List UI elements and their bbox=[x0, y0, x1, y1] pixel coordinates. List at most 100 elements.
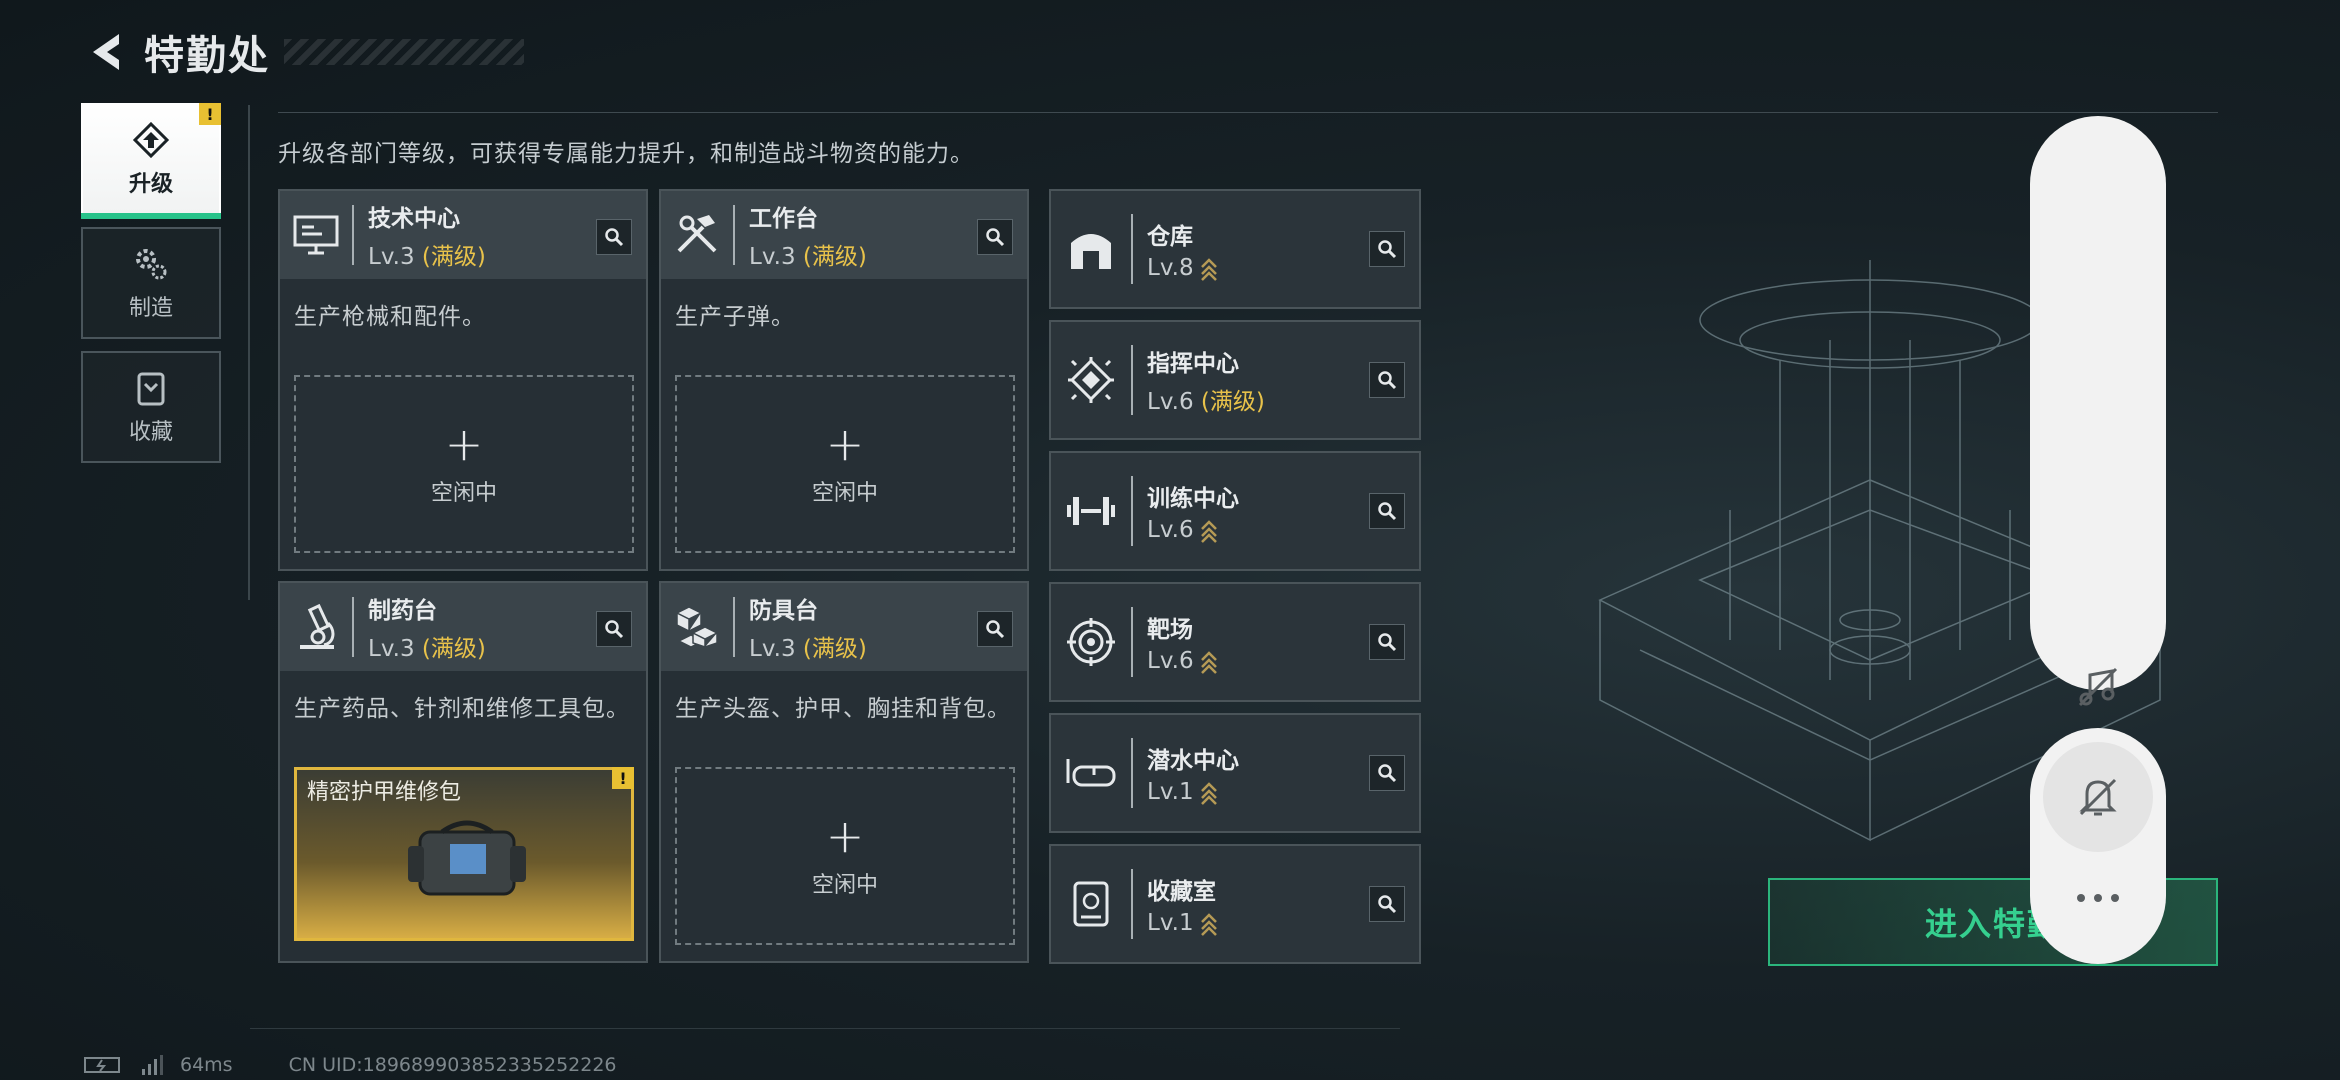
workshop-level: Lv.3 bbox=[749, 636, 796, 662]
upgrade-hint: 升级各部门等级，可获得专属能力提升，和制造战斗物资的能力。 bbox=[278, 141, 974, 167]
status-bar: 64ms CN UID:18968990385233525222​6 bbox=[84, 1054, 617, 1076]
armor-repair-kit-image bbox=[408, 820, 526, 896]
slot-status: 空闲中 bbox=[811, 481, 878, 506]
mute-music-button[interactable] bbox=[2043, 632, 2153, 742]
sidebar-item-collection[interactable]: 收藏 bbox=[81, 351, 221, 463]
mute-notification-button[interactable] bbox=[2043, 742, 2153, 852]
max-level-tag: (满级) bbox=[802, 244, 867, 270]
production-slot[interactable]: + 空闲中 bbox=[675, 767, 1015, 945]
search-icon bbox=[986, 620, 1005, 639]
max-level-tag: (满级) bbox=[421, 636, 486, 662]
facility-name: 仓库 bbox=[1147, 224, 1193, 250]
workshop-card-armor-bench[interactable]: 防具台 Lv.3 (满级) 生产头盔、护甲、胸挂和背包。 + 空闲中 bbox=[659, 581, 1029, 963]
notification-badge: ! bbox=[612, 767, 634, 789]
search-icon bbox=[1378, 895, 1397, 914]
workshop-card-tech-center[interactable]: 技术中心 Lv.3 (满级) 生产枪械和配件。 + 空闲中 bbox=[278, 189, 648, 571]
plus-icon: + bbox=[825, 417, 865, 471]
target-icon bbox=[1067, 618, 1115, 666]
gears-icon bbox=[136, 249, 167, 280]
search-icon bbox=[1378, 633, 1397, 652]
search-icon bbox=[1378, 240, 1397, 259]
back-button[interactable] bbox=[80, 27, 130, 77]
details-button[interactable] bbox=[1369, 755, 1405, 791]
facility-level: Lv.8 bbox=[1147, 255, 1194, 281]
max-level-tag: (满级) bbox=[802, 636, 867, 662]
details-button[interactable] bbox=[1369, 886, 1405, 922]
facility-name: 收藏室 bbox=[1147, 879, 1216, 905]
sidebar-item-label: 收藏 bbox=[128, 420, 173, 445]
divider bbox=[248, 105, 250, 600]
sidebar-item-label: 制造 bbox=[128, 296, 173, 321]
facility-level: Lv.6 bbox=[1147, 517, 1194, 543]
workshop-description: 生产子弹。 bbox=[675, 304, 795, 330]
workshop-name: 工作台 bbox=[749, 206, 818, 232]
search-icon bbox=[605, 620, 624, 639]
workshop-name: 制药台 bbox=[368, 598, 437, 624]
header-bar: 特勤处 bbox=[80, 22, 524, 82]
user-uid: CN UID:18968990385233525222​6 bbox=[288, 1054, 617, 1076]
facility-card-warehouse[interactable]: 仓库 Lv.8 bbox=[1049, 189, 1421, 309]
facility-card-diving-center[interactable]: 潜水中心 Lv.1 bbox=[1049, 713, 1421, 833]
floating-panel bbox=[2030, 116, 2166, 707]
workshop-description: 生产枪械和配件。 bbox=[294, 304, 486, 330]
plus-icon: + bbox=[825, 809, 865, 863]
tools-icon bbox=[677, 215, 717, 253]
facility-card-shooting-range[interactable]: 靶场 Lv.6 bbox=[1049, 582, 1421, 702]
battery-icon bbox=[84, 1057, 120, 1073]
card-header: 技术中心 Lv.3 (满级) bbox=[280, 191, 646, 279]
back-arrow-icon bbox=[93, 34, 119, 70]
details-button[interactable] bbox=[1369, 493, 1405, 529]
workshop-card-pharmacy[interactable]: 制药台 Lv.3 (满级) 生产药品、针剂和维修工具包。 精密护甲维修包 ! bbox=[278, 581, 648, 963]
details-button[interactable] bbox=[1369, 624, 1405, 660]
workshop-description: 生产药品、针剂和维修工具包。 bbox=[294, 696, 630, 722]
warehouse-icon bbox=[1071, 234, 1111, 269]
computer-icon bbox=[293, 215, 339, 255]
details-button[interactable] bbox=[596, 219, 632, 255]
facility-card-collection-room[interactable]: 收藏室 Lv.1 bbox=[1049, 844, 1421, 964]
plus-icon: + bbox=[444, 417, 484, 471]
cabinet-icon bbox=[1073, 881, 1109, 927]
cubes-icon bbox=[675, 606, 719, 649]
workshop-card-workbench[interactable]: 工作台 Lv.3 (满级) 生产子弹。 + 空闲中 bbox=[659, 189, 1029, 571]
finished-product-slot[interactable]: 精密护甲维修包 ! bbox=[294, 767, 634, 941]
facility-name: 靶场 bbox=[1147, 617, 1193, 643]
slot-status: 空闲中 bbox=[430, 481, 497, 506]
upgrade-icon bbox=[132, 121, 170, 159]
sidebar: ! 升级 制造 收藏 bbox=[81, 103, 221, 475]
chip-icon bbox=[1068, 357, 1114, 403]
details-button[interactable] bbox=[977, 219, 1013, 255]
upgrade-available-icon bbox=[1200, 781, 1217, 805]
workshop-level: Lv.3 bbox=[368, 636, 415, 662]
max-level-tag: (满级) bbox=[421, 244, 486, 270]
production-slot[interactable]: + 空闲中 bbox=[294, 375, 634, 553]
collection-icon bbox=[137, 372, 165, 406]
facility-level: Lv.1 bbox=[1147, 779, 1194, 805]
search-icon bbox=[1378, 502, 1397, 521]
facility-card-command-center[interactable]: 指挥中心 Lv.6 (满级) bbox=[1049, 320, 1421, 440]
workshop-description: 生产头盔、护甲、胸挂和背包。 bbox=[675, 696, 1011, 722]
product-name: 精密护甲维修包 bbox=[307, 780, 462, 805]
upgrade-available-icon bbox=[1200, 912, 1217, 936]
workshop-level: Lv.3 bbox=[368, 244, 415, 270]
facility-name: 指挥中心 bbox=[1147, 351, 1239, 377]
workshop-name: 防具台 bbox=[749, 598, 818, 624]
signal-icon bbox=[142, 1055, 163, 1075]
details-button[interactable] bbox=[596, 611, 632, 647]
sidebar-item-upgrade[interactable]: ! 升级 bbox=[81, 103, 221, 219]
ping-value: 64ms bbox=[180, 1054, 233, 1076]
facility-level: Lv.6 bbox=[1147, 389, 1194, 415]
details-button[interactable] bbox=[977, 611, 1013, 647]
goggles-icon bbox=[1066, 759, 1116, 787]
more-options-button[interactable] bbox=[2043, 858, 2153, 938]
dumbbell-icon bbox=[1067, 497, 1115, 525]
production-slot[interactable]: + 空闲中 bbox=[675, 375, 1015, 553]
card-header: 制药台 Lv.3 (满级) bbox=[280, 583, 646, 671]
details-button[interactable] bbox=[1369, 231, 1405, 267]
bell-off-icon bbox=[2079, 778, 2117, 816]
details-button[interactable] bbox=[1369, 362, 1405, 398]
sidebar-item-label: 升级 bbox=[128, 172, 173, 197]
search-icon bbox=[986, 228, 1005, 247]
facility-card-training-center[interactable]: 训练中心 Lv.6 bbox=[1049, 451, 1421, 571]
more-dots-icon bbox=[2077, 894, 2119, 902]
sidebar-item-craft[interactable]: 制造 bbox=[81, 227, 221, 339]
